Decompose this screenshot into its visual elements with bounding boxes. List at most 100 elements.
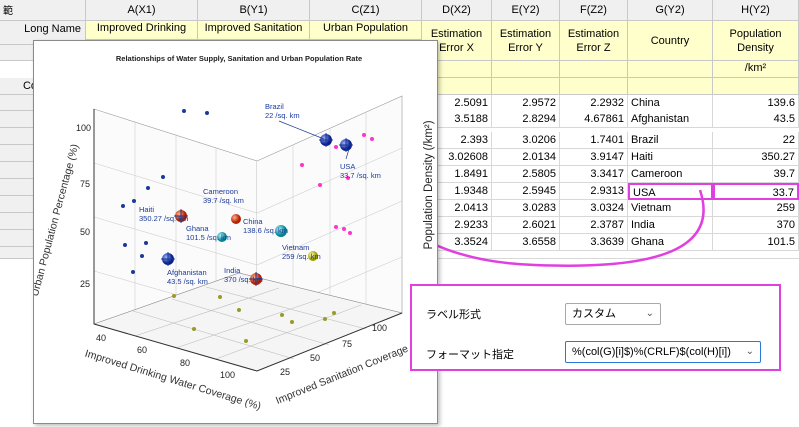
y-tick-100: 100: [372, 323, 387, 333]
comments-h[interactable]: [713, 78, 799, 95]
comments-f[interactable]: [560, 78, 628, 95]
label-format-select[interactable]: カスタム ⌄: [565, 303, 661, 325]
cell-h-r8[interactable]: 370: [713, 217, 799, 234]
cell-h-r1[interactable]: 139.6: [713, 95, 799, 112]
chevron-down-icon: ⌄: [745, 346, 754, 357]
units-h[interactable]: /km²: [713, 61, 799, 78]
label-china-name: China: [243, 217, 263, 226]
cell-g-r3[interactable]: Brazil: [628, 132, 713, 149]
col-header-g[interactable]: G(Y2): [628, 0, 713, 21]
cell-g-r4[interactable]: Haiti: [628, 149, 713, 166]
cell-e-r3[interactable]: 3.0206: [492, 132, 560, 149]
col-header-h[interactable]: H(Y2): [713, 0, 799, 21]
wall-point: [182, 109, 186, 113]
label-format-label: ラベル形式: [426, 309, 481, 321]
cell-f-r1[interactable]: 2.2932: [560, 95, 628, 112]
long-name-b[interactable]: Improved Sanitation: [198, 21, 310, 40]
floor-point: [280, 313, 284, 317]
floor-point: [218, 295, 222, 299]
format-spec-label: フォーマット指定: [426, 349, 514, 361]
format-spec-select[interactable]: %(col(G)[i]$)%(CRLF)$(col(H)[i]) ⌄: [565, 341, 761, 363]
label-format-panel: ラベル形式 カスタム ⌄ フォーマット指定 %(col(G)[i]$)%(CRL…: [410, 284, 781, 371]
x-tick-100: 100: [220, 370, 235, 380]
cell-h-r4[interactable]: 350.27: [713, 149, 799, 166]
graph-window[interactable]: Relationships of Water Supply, Sanitatio…: [33, 40, 438, 424]
long-name-g[interactable]: Country: [628, 21, 713, 61]
wall-point: [131, 270, 135, 274]
wall-point: [300, 163, 304, 167]
wall-point: [146, 186, 150, 190]
label-china-density: 138.6 /sq. km: [243, 226, 288, 235]
z-tick-50: 50: [80, 227, 90, 237]
long-name-c[interactable]: Urban Population: [310, 21, 422, 40]
cell-g-r1[interactable]: China: [628, 95, 713, 112]
wall-point: [123, 243, 127, 247]
col-header-f[interactable]: F(Z2): [560, 0, 628, 21]
floor-point: [290, 320, 294, 324]
wall-point: [370, 137, 374, 141]
floor-point: [237, 308, 241, 312]
label-brazil-density: 22 /sq. km: [265, 111, 300, 120]
cell-f-r3[interactable]: 1.7401: [560, 132, 628, 149]
x-tick-60: 60: [137, 345, 147, 355]
label-brazil-name: Brazil: [265, 102, 284, 111]
comments-g[interactable]: [628, 78, 713, 95]
wall-point: [318, 183, 322, 187]
wall-point: [334, 145, 338, 149]
wall-point: [140, 254, 144, 258]
cell-g-r2[interactable]: Afghanistan: [628, 111, 713, 128]
label-format-value: カスタム: [572, 308, 616, 320]
col-header-d[interactable]: D(X2): [422, 0, 492, 21]
col-header-c[interactable]: C(Z1): [310, 0, 422, 21]
cell-h-r9[interactable]: 101.5: [713, 234, 799, 251]
long-name-h[interactable]: Population Density: [713, 21, 799, 61]
cell-e-r2[interactable]: 2.8294: [492, 111, 560, 128]
cell-h-r7[interactable]: 259: [713, 200, 799, 217]
floor-point: [244, 339, 248, 343]
z-tick-100: 100: [76, 123, 91, 133]
cell-f-r4[interactable]: 3.9147: [560, 149, 628, 166]
wall-point: [144, 241, 148, 245]
label-ghana-density: 101.5 /sq. km: [186, 233, 231, 242]
leader-line: [278, 120, 325, 140]
label-ghana-name: Ghana: [186, 224, 209, 233]
comments-e[interactable]: [492, 78, 560, 95]
long-name-a[interactable]: Improved Drinking: [86, 21, 198, 40]
graph-canvas: Relationships of Water Supply, Sanitatio…: [34, 54, 428, 413]
col-header-e[interactable]: E(Y2): [492, 0, 560, 21]
cell-f-r2[interactable]: 4.67861: [560, 111, 628, 128]
label-haiti-name: Haiti: [139, 205, 154, 214]
units-e[interactable]: [492, 61, 560, 78]
wall-point: [121, 204, 125, 208]
population-density-axis-title: Population Density (/km²): [423, 120, 435, 249]
cell-h-r2[interactable]: 43.5: [713, 111, 799, 128]
label-usa-density: 33.7 /sq. km: [340, 171, 381, 180]
z-tick-75: 75: [80, 179, 90, 189]
floor-point: [192, 327, 196, 331]
units-g[interactable]: [628, 61, 713, 78]
cell-e-r1[interactable]: 2.9572: [492, 95, 560, 112]
label-india-name: India: [224, 266, 241, 275]
x-tick-40: 40: [96, 333, 106, 343]
graph-title: Relationships of Water Supply, Sanitatio…: [116, 54, 362, 63]
floor-point: [332, 311, 336, 315]
units-f[interactable]: [560, 61, 628, 78]
floor-point: [172, 294, 176, 298]
cell-e-r4[interactable]: 2.0134: [492, 149, 560, 166]
col-header-b[interactable]: B(Y1): [198, 0, 310, 21]
wall-point: [205, 111, 209, 115]
long-name-e[interactable]: Estimation Error Y: [492, 21, 560, 61]
cell-h-r5[interactable]: 39.7: [713, 166, 799, 183]
floor-point: [323, 317, 327, 321]
z-tick-25: 25: [80, 279, 90, 289]
long-name-f[interactable]: Estimation Error Z: [560, 21, 628, 61]
cell-h-r6-highlighted[interactable]: 33.7: [713, 183, 799, 200]
label-vietnam-density: 259 /sq. km: [282, 252, 321, 261]
sheet-corner[interactable]: 範: [0, 0, 86, 21]
label-india-density: 370 /sq. km: [224, 275, 263, 284]
wall-point: [132, 199, 136, 203]
wall-point: [342, 227, 346, 231]
label-cameroon-name: Cameroon: [203, 187, 238, 196]
col-header-a[interactable]: A(X1): [86, 0, 198, 21]
cell-h-r3[interactable]: 22: [713, 132, 799, 149]
